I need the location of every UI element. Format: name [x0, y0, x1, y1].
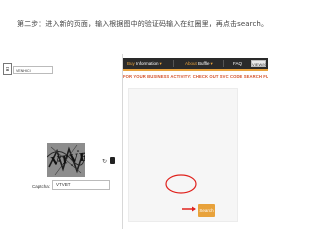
nav-item-faq[interactable]: FAQ	[233, 61, 242, 66]
instruction-text: 第二步：进入新的页面，输入根据图中的验证码输入在红圈里，再点击search。	[17, 20, 269, 28]
accent-strip	[123, 69, 268, 71]
vin-input[interactable]: VENHICI	[13, 66, 53, 74]
caret-down-icon: ▾	[159, 61, 162, 66]
nav-divider	[223, 60, 224, 67]
refresh-icon[interactable]: ↻	[102, 158, 107, 165]
caret-down-icon: ▾	[210, 61, 213, 66]
search-button[interactable]: Search	[198, 204, 215, 217]
corner-button[interactable]: VIEW/ICH	[251, 60, 268, 67]
search-panel	[128, 88, 238, 222]
nav-item-label: Information	[136, 61, 159, 66]
nav-item-label: FAQ	[233, 61, 243, 66]
nav-item-about-buffle[interactable]: About Buffle▾	[185, 61, 213, 67]
captcha-image: VTVBT	[47, 143, 85, 177]
tagline: FOR YOUR BUSINESS ACTIVITY: CHECK OUT SV…	[123, 74, 268, 79]
captcha-label: Captcha:	[32, 184, 51, 189]
nav-divider	[173, 60, 174, 67]
captcha-input[interactable]: VTVBT	[52, 180, 110, 190]
nav-item-prefix: About	[185, 61, 197, 66]
nav-item-buy-information[interactable]: Buy Information▾	[127, 61, 162, 67]
nav-item-prefix: Buy	[127, 61, 135, 66]
vin-icon: ⌸	[3, 63, 12, 75]
nav-item-label: Buffle	[198, 61, 210, 66]
audio-icon[interactable]	[110, 157, 115, 164]
top-navigation: Buy Information▾ About Buffle▾ FAQ VIEW/…	[123, 58, 268, 69]
website-screenshot: Buy Information▾ About Buffle▾ FAQ VIEW/…	[122, 54, 268, 229]
